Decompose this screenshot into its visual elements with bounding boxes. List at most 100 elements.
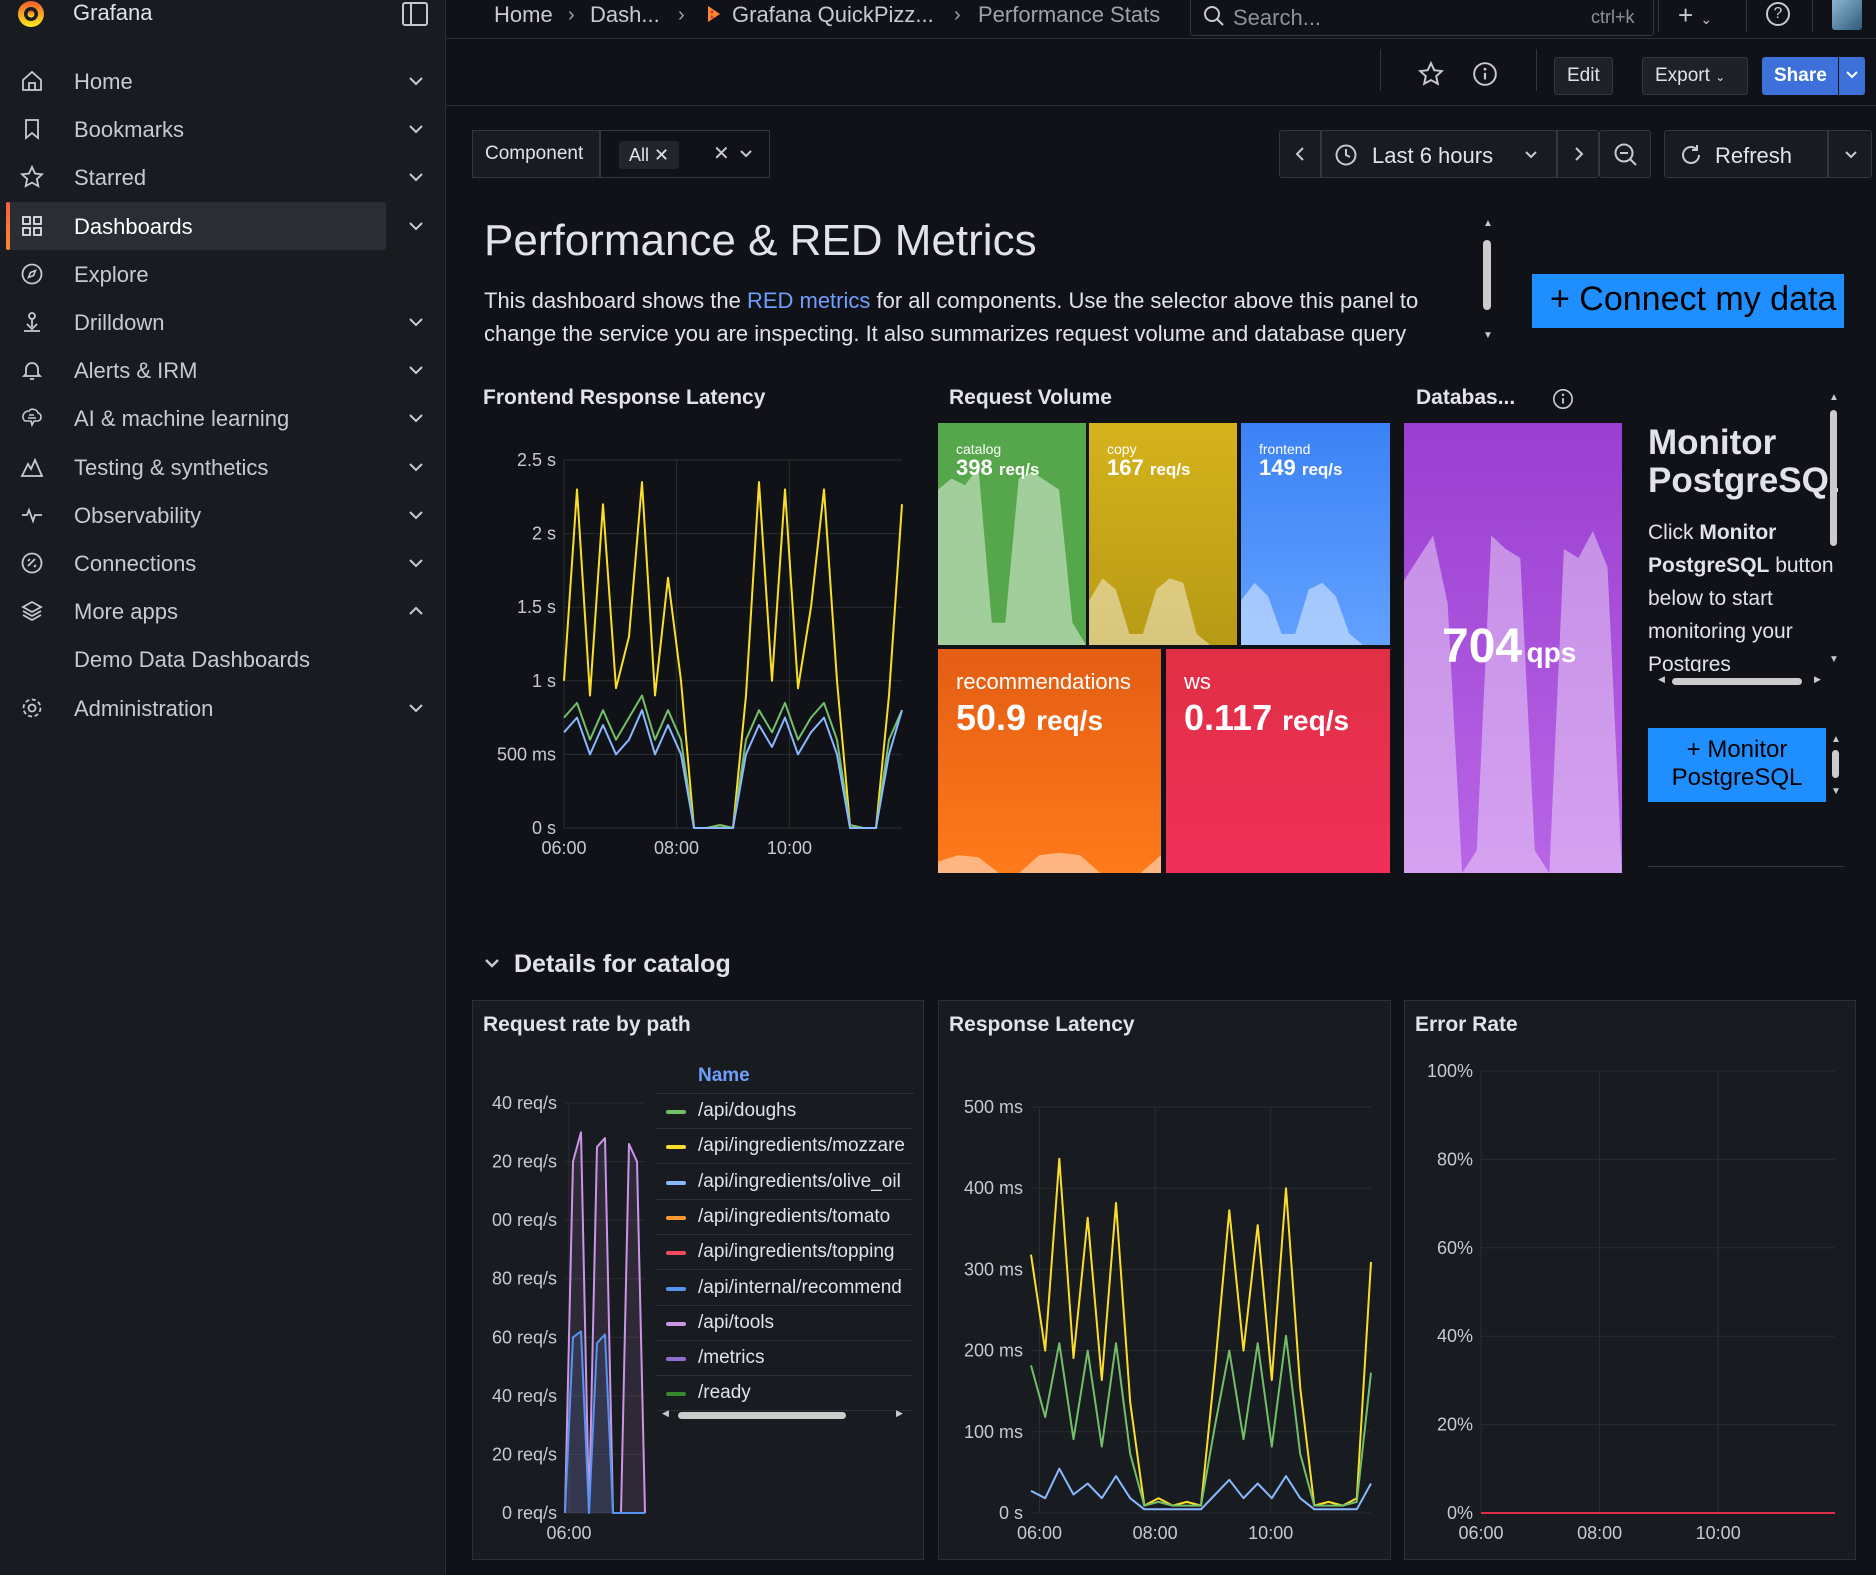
sidebar-item-connections[interactable]: Connections (0, 539, 446, 587)
connect-my-data-button[interactable]: + Connect my data (1532, 274, 1844, 328)
chevron-down-icon[interactable] (406, 360, 426, 380)
stat-tile-catalog[interactable]: catalog 398 req/s (938, 423, 1086, 645)
time-forward-button[interactable] (1557, 130, 1599, 178)
sidebar-item-explore[interactable]: Explore (0, 250, 446, 298)
request-rate-chart[interactable]: 0 req/s 20 req/s 40 req/s 60 req/s 80 req/s 0… (473, 1057, 653, 1557)
legend-h-scrollbar[interactable]: ◀ ▶ (656, 1407, 912, 1423)
zoom-out-button[interactable] (1599, 130, 1651, 178)
clear-icon[interactable]: ✕ (713, 141, 730, 166)
series-line[interactable] (1030, 1157, 1372, 1507)
dock-menu-icon[interactable] (402, 2, 428, 26)
refresh-interval-button[interactable] (1828, 130, 1872, 178)
chevron-down-icon[interactable] (406, 216, 426, 236)
sidebar-item-alerts-irm[interactable]: Alerts & IRM (0, 346, 446, 394)
sidebar-item-testing-synthetics[interactable]: Testing & synthetics (0, 443, 446, 491)
scrollbar-thumb[interactable] (1672, 678, 1802, 685)
sidebar-item-drilldown[interactable]: Drilldown (0, 298, 446, 346)
chevron-up-icon[interactable] (406, 601, 426, 621)
refresh-button[interactable]: Refresh (1664, 130, 1828, 178)
breadcrumb-home[interactable]: Home (494, 2, 553, 28)
scroll-down-icon[interactable]: ▼ (1483, 330, 1493, 341)
frontend-latency-chart[interactable]: 0 s 500 ms 1 s 1.5 s 2 s 2.5 s 06:00 08:00 10:00 (472, 430, 912, 872)
scroll-up-icon[interactable]: ▲ (1831, 734, 1841, 745)
series-line[interactable] (563, 694, 903, 829)
sidebar-item-home[interactable]: Home (0, 57, 446, 105)
sidebar-item-administration[interactable]: Administration (0, 684, 446, 732)
series-line[interactable] (1030, 1334, 1372, 1507)
breadcrumb-dashboards[interactable]: Dash... (590, 2, 660, 28)
component-variable-select[interactable]: All ✕ ✕ (600, 130, 770, 178)
scroll-up-icon[interactable]: ▲ (1829, 392, 1839, 403)
panel-title-request-rate[interactable]: Request rate by path (483, 1013, 691, 1037)
chevron-down-icon[interactable] (406, 312, 426, 332)
scroll-left-icon[interactable]: ◀ (1658, 674, 1665, 685)
monitor-h-scrollbar[interactable]: ◀ ▶ (1648, 674, 1828, 688)
legend-header-name[interactable]: Name (698, 1065, 750, 1087)
scroll-right-icon[interactable]: ▶ (1814, 674, 1821, 685)
share-button[interactable]: Share (1762, 57, 1838, 95)
red-metrics-link[interactable]: RED metrics (747, 288, 870, 313)
sidebar-item-starred[interactable]: Starred (0, 153, 446, 201)
monitor-postgres-button[interactable]: + Monitor PostgreSQL (1648, 728, 1826, 802)
panel-title-frontend-latency[interactable]: Frontend Response Latency (483, 386, 765, 410)
chevron-down-icon[interactable] (406, 408, 426, 428)
stat-tile-ws[interactable]: ws 0.117 req/s (1166, 649, 1390, 873)
legend-item[interactable]: /api/doughs (656, 1094, 912, 1129)
legend-item[interactable]: /api/ingredients/olive_oil (656, 1165, 912, 1200)
breadcrumb-folder[interactable]: Grafana QuickPizz... (732, 2, 934, 28)
star-icon[interactable] (1418, 61, 1444, 87)
stat-tile-copy[interactable]: copy 167 req/s (1089, 423, 1237, 645)
panel-title-response-latency[interactable]: Response Latency (949, 1013, 1135, 1037)
legend-item[interactable]: /api/ingredients/topping (656, 1235, 912, 1271)
edit-button[interactable]: Edit (1554, 57, 1613, 95)
panel-title-request-volume[interactable]: Request Volume (949, 386, 1112, 410)
scrollbar-thumb[interactable] (1483, 240, 1491, 310)
scroll-down-icon[interactable]: ▼ (1829, 654, 1839, 665)
info-icon[interactable] (1552, 388, 1574, 410)
chevron-down-icon[interactable] (406, 119, 426, 139)
chevron-down-icon[interactable] (406, 553, 426, 573)
search-input[interactable]: Search... ctrl+k (1190, 0, 1654, 36)
sidebar-item-observability[interactable]: Observability (0, 491, 446, 539)
database-qps-stat[interactable]: 704 qps (1404, 423, 1622, 873)
monitor-scrollbar[interactable]: ▲ ▼ (1826, 392, 1840, 670)
avatar[interactable] (1832, 0, 1862, 30)
share-menu-button[interactable] (1839, 57, 1865, 95)
response-latency-chart[interactable]: 0 s 100 ms 200 ms 300 ms 400 ms 500 ms 06:00 08… (939, 1057, 1391, 1557)
help-icon[interactable]: ? (1766, 2, 1790, 26)
variable-chip[interactable]: All ✕ (619, 141, 680, 169)
new-menu-button[interactable]: + ⌄ (1678, 2, 1712, 30)
scrollbar-thumb[interactable] (678, 1412, 846, 1419)
legend-item[interactable]: /api/ingredients/mozzare (656, 1129, 912, 1165)
chevron-down-icon[interactable] (406, 505, 426, 525)
panel-title-error-rate[interactable]: Error Rate (1415, 1013, 1518, 1037)
series-line[interactable] (563, 709, 903, 829)
sidebar-item-bookmarks[interactable]: Bookmarks (0, 105, 446, 153)
error-rate-chart[interactable]: 0% 20% 40% 60% 80% 100% 06:00 08:00 10:00 (1405, 1057, 1855, 1557)
export-button[interactable]: Export ⌄ (1642, 57, 1748, 95)
chevron-down-icon[interactable] (406, 698, 426, 718)
scroll-left-icon[interactable]: ◀ (662, 1408, 669, 1419)
sidebar-item-demo-data-dashboards[interactable]: Demo Data Dashboards (0, 635, 446, 683)
time-range-picker[interactable]: Last 6 hours (1321, 130, 1557, 178)
panel-title-database[interactable]: Databas... (1416, 386, 1515, 410)
app-brand[interactable]: Grafana (73, 0, 153, 26)
row-title[interactable]: Details for catalog (514, 950, 731, 979)
close-icon[interactable]: ✕ (654, 145, 669, 165)
stat-tile-recommendations[interactable]: recommendations 50.9 req/s (938, 649, 1161, 873)
text-panel-scrollbar[interactable]: ▲ ▼ (1480, 218, 1494, 346)
chevron-down-icon[interactable] (739, 149, 753, 159)
scroll-down-icon[interactable]: ▼ (1831, 786, 1841, 797)
stat-tile-frontend[interactable]: frontend 149 req/s (1241, 423, 1390, 645)
info-icon[interactable] (1472, 61, 1498, 87)
scrollbar-thumb[interactable] (1830, 410, 1837, 546)
monitor-button-scrollbar[interactable]: ▲ ▼ (1828, 734, 1842, 800)
sidebar-item-ai-machine-learning[interactable]: AI & machine learning (0, 394, 446, 442)
scrollbar-thumb[interactable] (1832, 750, 1839, 778)
chevron-down-icon[interactable] (406, 167, 426, 187)
chevron-down-icon[interactable] (406, 457, 426, 477)
sidebar-item-more-apps[interactable]: More apps (0, 587, 446, 635)
scroll-right-icon[interactable]: ▶ (896, 1408, 903, 1419)
chevron-down-icon[interactable] (484, 958, 500, 970)
legend-item[interactable]: /api/ingredients/tomato (656, 1200, 912, 1235)
